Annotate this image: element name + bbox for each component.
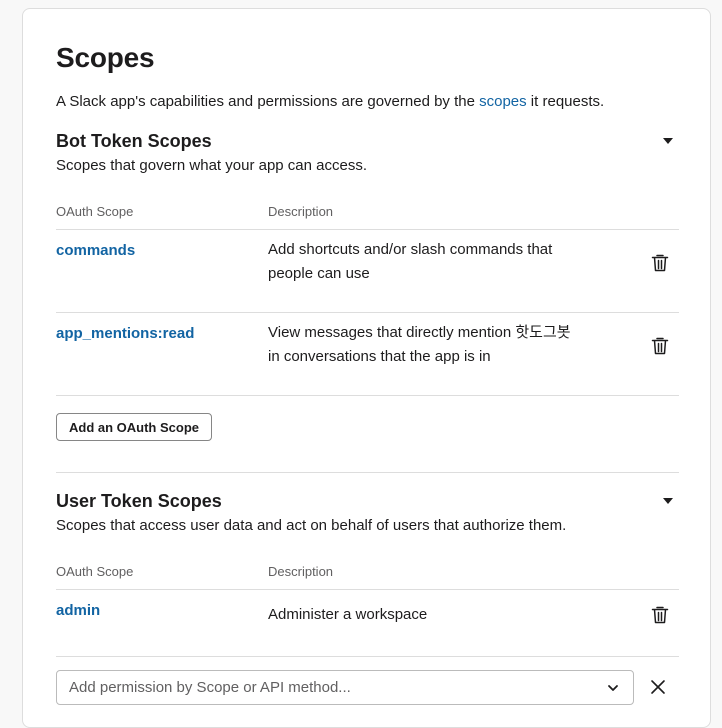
chevron-down-icon[interactable] xyxy=(607,682,619,694)
scope-description: View messages that directly mention 핫도그봇… xyxy=(268,324,571,365)
trash-icon[interactable] xyxy=(651,253,669,273)
intro-text: A Slack app's capabilities and permissio… xyxy=(56,93,605,110)
col-header-description: Description xyxy=(268,564,334,579)
trash-icon[interactable] xyxy=(651,336,669,356)
scope-name-commands[interactable]: commands xyxy=(56,242,135,259)
bot-token-scopes-subtitle: Scopes that govern what your app can acc… xyxy=(56,157,368,174)
scopes-link[interactable]: scopes xyxy=(479,93,527,110)
divider xyxy=(56,312,679,313)
user-token-scopes-subtitle: Scopes that access user data and act on … xyxy=(56,517,567,534)
scope-description: Add shortcuts and/or slash commands that… xyxy=(268,241,553,282)
caret-down-icon[interactable] xyxy=(663,498,673,504)
col-header-oauth-scope: OAuth Scope xyxy=(56,564,134,579)
col-header-oauth-scope: OAuth Scope xyxy=(56,204,134,219)
divider xyxy=(56,656,679,657)
divider xyxy=(56,589,679,590)
trash-icon[interactable] xyxy=(651,605,669,625)
divider xyxy=(56,395,679,396)
scope-name-app-mentions-read[interactable]: app_mentions:read xyxy=(56,325,194,342)
scope-description: Administer a workspace xyxy=(268,606,428,623)
add-oauth-scope-button[interactable]: Add an OAuth Scope xyxy=(56,413,212,441)
user-token-scopes-title: User Token Scopes xyxy=(56,491,222,511)
divider xyxy=(56,229,679,230)
col-header-description: Description xyxy=(268,204,334,219)
scopes-card: Scopes A Slack app's capabilities and pe… xyxy=(22,8,711,728)
close-icon[interactable] xyxy=(650,679,666,695)
bot-token-scopes-title: Bot Token Scopes xyxy=(56,131,212,151)
add-permission-select[interactable]: Add permission by Scope or API method... xyxy=(56,670,634,705)
scope-name-admin[interactable]: admin xyxy=(56,602,100,619)
caret-down-icon[interactable] xyxy=(663,138,673,144)
page-title: Scopes xyxy=(56,42,155,73)
section-divider xyxy=(56,472,679,473)
add-permission-placeholder: Add permission by Scope or API method... xyxy=(69,679,351,696)
